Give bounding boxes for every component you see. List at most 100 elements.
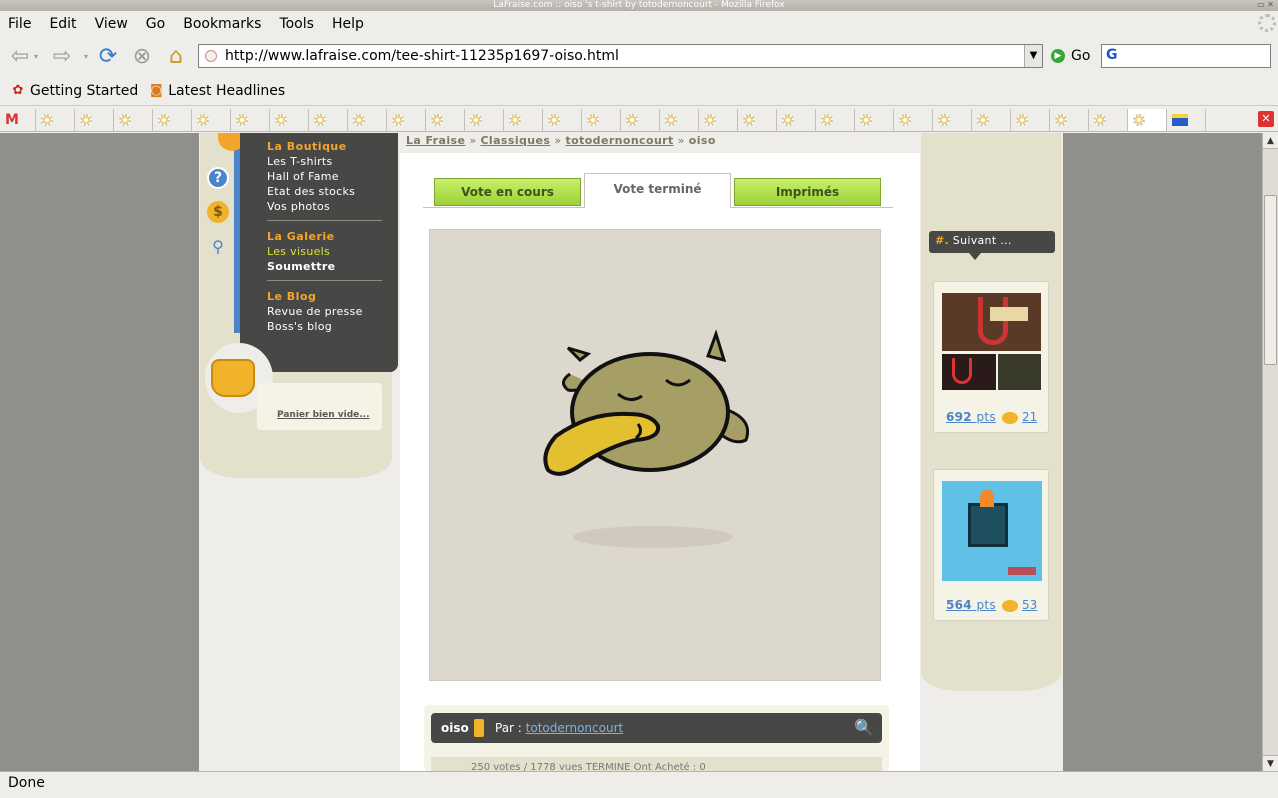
- nav-item-hall-of-fame[interactable]: Hall of Fame: [267, 169, 398, 184]
- menu-bookmarks[interactable]: Bookmarks: [174, 16, 270, 32]
- tab[interactable]: [348, 108, 387, 131]
- breadcrumb: La Fraise» Classiques» totodernoncourt» ois…: [406, 134, 716, 147]
- next-design-thumbnail-2[interactable]: [942, 481, 1042, 581]
- tab[interactable]: [894, 108, 933, 131]
- tab[interactable]: [309, 108, 348, 131]
- tab[interactable]: [972, 108, 1011, 131]
- menu-tools[interactable]: Tools: [270, 16, 323, 32]
- daisy-favicon-icon: [1094, 113, 1106, 126]
- tab[interactable]: [114, 108, 153, 131]
- forward-button[interactable]: ⇨: [48, 42, 76, 70]
- zoom-icon[interactable]: 🔍: [854, 718, 874, 737]
- nav-item-boss-blog[interactable]: Boss's blog: [267, 319, 398, 334]
- tab[interactable]: [816, 108, 855, 131]
- menu-view[interactable]: View: [86, 16, 137, 32]
- url-dropdown-icon[interactable]: ▼: [1024, 45, 1042, 67]
- search-input[interactable]: G: [1101, 44, 1271, 68]
- bookmark-getting-started[interactable]: ✿ Getting Started: [10, 83, 139, 99]
- scroll-thumb[interactable]: [1264, 195, 1277, 365]
- breadcrumb-home[interactable]: La Fraise: [406, 134, 465, 147]
- next-design-thumbnail-1c[interactable]: [998, 354, 1041, 390]
- nav-item-vos-photos[interactable]: Vos photos: [267, 199, 398, 214]
- bookmark-label: Latest Headlines: [168, 82, 286, 99]
- next-design-thumbnail-1b[interactable]: [942, 354, 996, 390]
- daisy-favicon-icon: [665, 113, 677, 126]
- nav-item-les-visuels[interactable]: Les visuels: [267, 244, 398, 259]
- tab[interactable]: [75, 108, 114, 131]
- go-button[interactable]: ▶ Go: [1051, 48, 1090, 64]
- cart-empty-link[interactable]: Panier bien vide...: [277, 410, 370, 420]
- tab[interactable]: [387, 108, 426, 131]
- tab[interactable]: [1089, 108, 1128, 131]
- next-design-2-points[interactable]: 564 pts: [946, 598, 996, 612]
- author-link[interactable]: totodernoncourt: [526, 721, 624, 735]
- tab[interactable]: [465, 108, 504, 131]
- menu-go[interactable]: Go: [137, 16, 174, 32]
- home-button[interactable]: ⌂: [162, 42, 190, 70]
- nav-item-les-tshirts[interactable]: Les T-shirts: [267, 154, 398, 169]
- url-field[interactable]: http://www.lafraise.com/tee-shirt-11235p…: [198, 44, 1043, 68]
- next-design-2-comments[interactable]: 53: [1022, 598, 1037, 612]
- tab[interactable]: [660, 108, 699, 131]
- forward-history-icon[interactable]: ▾: [80, 42, 92, 70]
- tab[interactable]: [504, 108, 543, 131]
- suivant-label: Suivant ...: [952, 234, 1012, 247]
- tab[interactable]: [270, 108, 309, 131]
- tab[interactable]: [1011, 108, 1050, 131]
- tab-gmail[interactable]: M: [0, 108, 36, 131]
- suivant-header[interactable]: #. Suivant ...: [929, 231, 1055, 260]
- nav-heading-blog[interactable]: Le Blog: [267, 289, 398, 304]
- next-design-card-2[interactable]: 564 pts 53: [933, 469, 1049, 621]
- nav-item-soumettre[interactable]: Soumettre: [267, 259, 398, 274]
- breadcrumb-classiques[interactable]: Classiques: [480, 134, 550, 147]
- bookmark-latest-headlines[interactable]: ◙ Latest Headlines: [148, 83, 285, 99]
- next-design-1-comments[interactable]: 21: [1022, 410, 1037, 424]
- rss-icon: ◙: [149, 82, 163, 98]
- next-design-1-points[interactable]: 692 pts: [946, 410, 996, 424]
- page-viewport: ? $ ⚲ La Boutique Les T-shirts Hall of F…: [0, 133, 1262, 771]
- tab-vote-en-cours[interactable]: Vote en cours: [434, 178, 581, 206]
- tab[interactable]: [1167, 108, 1206, 131]
- tab[interactable]: [36, 108, 75, 131]
- tab[interactable]: [426, 108, 465, 131]
- nav-item-revue-de-presse[interactable]: Revue de presse: [267, 304, 398, 319]
- window-titlebar: LaFraise.com :: oiso 's t-shirt by totod…: [0, 0, 1278, 11]
- tab-imprimes[interactable]: Imprimés: [734, 178, 881, 206]
- tab[interactable]: [855, 108, 894, 131]
- tab[interactable]: [699, 108, 738, 131]
- scroll-down-icon[interactable]: ▼: [1263, 755, 1278, 771]
- menu-file[interactable]: File: [0, 16, 40, 32]
- nav-heading-boutique[interactable]: La Boutique: [267, 139, 398, 154]
- menu-edit[interactable]: Edit: [40, 16, 85, 32]
- next-design-card-1[interactable]: 692 pts 21: [933, 281, 1049, 433]
- scroll-up-icon[interactable]: ▲: [1263, 133, 1278, 149]
- window-controls[interactable]: ▭ ✕: [1257, 0, 1274, 10]
- breadcrumb-author[interactable]: totodernoncourt: [565, 134, 673, 147]
- tab[interactable]: [543, 108, 582, 131]
- tab-active[interactable]: [1128, 108, 1167, 131]
- reload-button[interactable]: ⟳: [94, 42, 122, 70]
- next-design-thumbnail-1[interactable]: [942, 293, 1041, 351]
- nav-heading-galerie[interactable]: La Galerie: [267, 229, 398, 244]
- tab[interactable]: [777, 108, 816, 131]
- tab[interactable]: [582, 108, 621, 131]
- vertical-scrollbar[interactable]: ▲ ▼: [1262, 133, 1278, 771]
- tab-vote-termine[interactable]: Vote terminé: [584, 173, 731, 208]
- menu-help[interactable]: Help: [323, 16, 373, 32]
- tab[interactable]: [621, 108, 660, 131]
- back-history-icon[interactable]: ▾: [30, 42, 42, 70]
- tab[interactable]: [192, 108, 231, 131]
- tab[interactable]: [153, 108, 192, 131]
- help-icon[interactable]: ?: [207, 167, 229, 189]
- daisy-favicon-icon: [548, 113, 560, 126]
- stop-button[interactable]: ⊗: [128, 42, 156, 70]
- tab[interactable]: [738, 108, 777, 131]
- status-text: Done: [8, 775, 45, 791]
- tab[interactable]: [933, 108, 972, 131]
- nav-item-etat-des-stocks[interactable]: Etat des stocks: [267, 184, 398, 199]
- coins-icon[interactable]: $: [207, 201, 229, 223]
- tab[interactable]: [231, 108, 270, 131]
- search-icon[interactable]: ⚲: [207, 235, 229, 257]
- close-tab-icon[interactable]: ✕: [1258, 111, 1274, 127]
- tab[interactable]: [1050, 108, 1089, 131]
